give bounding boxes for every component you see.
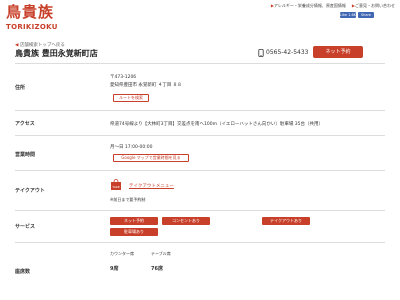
site-header: 鳥貴族 TORIKIZOKU ▶アレルギー・栄養成分情報、原産国情報 ▶ご意見・… (0, 0, 400, 38)
hours-row: 営業時間 月〜日 17:00-00:00 Google マップで営業時間を見る (15, 135, 385, 170)
phone-number[interactable]: 0565-42-5433 (266, 49, 309, 56)
hours-text: 月〜日 17:00-00:00 (110, 145, 153, 150)
hours-label: 営業時間 (15, 152, 36, 158)
services-label: サービス (15, 224, 36, 230)
access-label: アクセス (15, 121, 35, 127)
contact-link[interactable]: ▶ご意見・お問い合わせ (352, 3, 395, 9)
service-badge-net-reservation: ネット予約 (110, 217, 158, 225)
takeout-bag-icon[interactable]: TAKE (110, 179, 122, 191)
google-map-hours-button[interactable]: Google マップで営業時間を見る (113, 154, 189, 162)
facebook-like-button[interactable]: Like 1.6K (340, 12, 356, 18)
route-search-button[interactable]: ルートを検索 (113, 94, 149, 102)
service-badge-parking: 駐車場あり (110, 228, 158, 236)
address-text: 愛知県豊田市 永覚新町 ４丁目 ８８ (110, 83, 182, 88)
counter-seat-label: カウンター席 (110, 251, 134, 256)
services-row: サービス ネット予約 コンセントあり テイクアウトあり 駐車場あり (15, 210, 385, 242)
service-badge-outlet: コンセントあり (162, 217, 210, 225)
service-badge-takeout: テイクアウトあり (262, 217, 310, 225)
access-row: アクセス 県道74号線より【大林町3丁目】交差点を南へ100m（イエローハットさ… (15, 110, 385, 135)
phone-icon (258, 49, 264, 57)
address-row: 住所 〒473-1206 愛知県豊田市 永覚新町 ４丁目 ８８ ルートを検索 (15, 63, 385, 110)
table-seat-value: 76席 (151, 266, 163, 272)
takeout-label: テイクアウト (15, 188, 45, 194)
net-reservation-button[interactable]: ネット予約 (313, 46, 363, 58)
counter-seat-value: 9席 (110, 266, 119, 272)
takeout-row: テイクアウト TAKE テイクアウトメニュー ※前日まで要予約制 (15, 170, 385, 210)
allergy-link[interactable]: ▶アレルギー・栄養成分情報、原産国情報 (271, 3, 346, 9)
takeout-menu-link[interactable]: テイクアウトメニュー (129, 183, 174, 189)
seats-row: 座席数 カウンター席 9席 テーブル席 76席 (15, 242, 385, 292)
svg-text:TAKE: TAKE (111, 185, 120, 189)
seats-label: 座席数 (15, 269, 31, 275)
page-title: 鳥貴族 豊田永覚新町店 (15, 49, 98, 58)
logo-en-text: TORIKIZOKU (6, 23, 58, 31)
logo-jp-text: 鳥貴族 (6, 3, 55, 21)
address-label: 住所 (15, 85, 26, 91)
header-links: ▶アレルギー・栄養成分情報、原産国情報 ▶ご意見・お問い合わせ (271, 3, 395, 9)
takeout-note: ※前日まで要予約制 (110, 197, 146, 202)
access-text: 県道74号線より【大林町3丁目】交差点を南へ100m（イエローハットさん向かい）… (110, 122, 323, 127)
postal-code: 〒473-1206 (110, 75, 137, 80)
facebook-share-button[interactable]: Share (358, 12, 374, 18)
table-seat-label: テーブル席 (151, 251, 171, 256)
torikizoku-logo[interactable]: 鳥貴族 TORIKIZOKU (6, 3, 57, 35)
